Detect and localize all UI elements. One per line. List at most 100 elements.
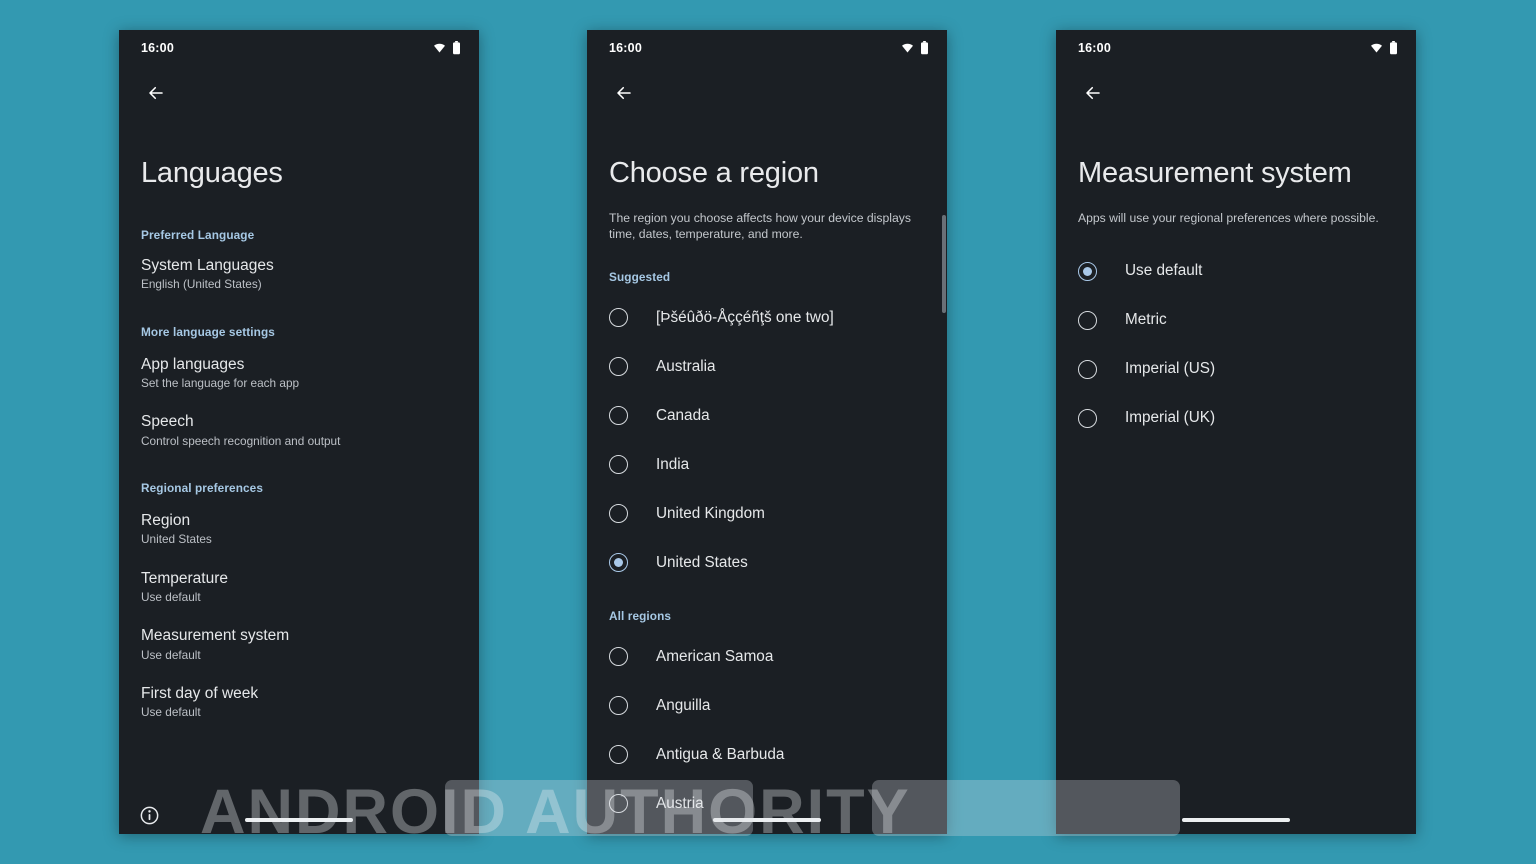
home-indicator[interactable] — [713, 818, 821, 822]
battery-icon — [921, 41, 928, 55]
scrollbar-thumb[interactable] — [942, 215, 946, 313]
back-arrow-icon — [617, 86, 631, 100]
section-header-more-language-settings: More language settings — [141, 324, 275, 339]
radio-button[interactable] — [609, 455, 628, 475]
status-bar-clock: 16:00 — [609, 41, 642, 55]
status-bar: 16:00 — [1056, 30, 1416, 66]
pref-subtitle: English (United States) — [141, 277, 262, 292]
pref-subtitle: Use default — [141, 705, 201, 720]
radio-button[interactable] — [609, 745, 628, 765]
measurement-option-label: Imperial (US) — [1125, 360, 1216, 378]
bottom-bar — [1056, 792, 1416, 834]
region-option-row[interactable]: Anguilla — [587, 681, 947, 730]
region-option-row[interactable]: Canada — [587, 391, 947, 440]
region-option-label: India — [656, 455, 690, 473]
section-header-suggested: Suggested — [609, 270, 671, 285]
status-bar-clock: 16:00 — [1078, 41, 1111, 55]
measurement-option-row[interactable]: Imperial (UK) — [1056, 394, 1416, 443]
battery-icon — [1390, 41, 1397, 55]
region-option-row[interactable]: United Kingdom — [587, 489, 947, 538]
measurement-option-label: Use default — [1125, 262, 1203, 280]
section-header-all-regions: All regions — [609, 609, 672, 624]
status-bar-icons — [1369, 41, 1398, 55]
region-option-row[interactable]: American Samoa — [587, 632, 947, 681]
region-option-row[interactable]: Antigua & Barbuda — [587, 730, 947, 779]
radio-button-selected[interactable] — [1078, 261, 1097, 281]
region-option-label: Canada — [656, 406, 710, 424]
info-button[interactable] — [139, 805, 161, 827]
region-option-row-selected[interactable]: United States — [587, 538, 947, 587]
radio-button[interactable] — [1078, 359, 1097, 379]
region-option-row[interactable]: Australia — [587, 342, 947, 391]
back-arrow-icon — [149, 86, 163, 100]
bottom-bar — [119, 792, 479, 834]
pref-subtitle: Set the language for each app — [141, 375, 300, 390]
radio-button[interactable] — [609, 357, 628, 377]
pref-row-app-languages[interactable]: App languages Set the language for each … — [119, 355, 479, 392]
radio-button-selected[interactable] — [609, 553, 628, 573]
radio-button[interactable] — [609, 647, 628, 667]
navigation-row — [587, 66, 947, 120]
radio-button[interactable] — [609, 308, 628, 328]
bottom-bar — [587, 792, 947, 834]
pref-title: First day of week — [141, 685, 259, 703]
region-option-label: United Kingdom — [656, 504, 765, 522]
region-option-label: American Samoa — [656, 647, 774, 665]
measurement-option-label: Metric — [1125, 311, 1167, 329]
pref-title: System Languages — [141, 256, 274, 274]
status-bar: 16:00 — [119, 30, 479, 66]
wifi-icon — [902, 43, 913, 53]
pref-row-temperature[interactable]: Temperature Use default — [119, 569, 479, 606]
back-button[interactable] — [141, 78, 171, 108]
measurement-option-label: Imperial (UK) — [1125, 409, 1216, 427]
measurement-option-row[interactable]: Imperial (US) — [1056, 345, 1416, 394]
pref-row-measurement-system[interactable]: Measurement system Use default — [119, 626, 479, 663]
home-indicator[interactable] — [245, 818, 353, 822]
region-option-row[interactable]: India — [587, 440, 947, 489]
pref-title: App languages — [141, 355, 245, 373]
pref-row-region[interactable]: Region United States — [119, 511, 479, 548]
phone-screen-choose-a-region: 16:00 Choose a region The region you cho… — [587, 30, 947, 834]
pref-subtitle: United States — [141, 532, 212, 547]
region-option-label: Australia — [656, 357, 716, 375]
radio-button[interactable] — [609, 696, 628, 716]
page-description: The region you choose affects how your d… — [609, 210, 911, 241]
section-header-regional-preferences: Regional preferences — [141, 481, 263, 495]
pref-title: Temperature — [141, 569, 229, 587]
region-option-label: Antigua & Barbuda — [656, 745, 785, 763]
radio-button[interactable] — [609, 504, 628, 524]
pref-row-system-languages[interactable]: System Languages English (United States) — [119, 256, 479, 293]
back-arrow-icon — [1086, 86, 1100, 100]
info-icon — [140, 806, 159, 825]
page-title: Languages — [141, 157, 283, 189]
region-option-label: Anguilla — [656, 696, 711, 714]
region-option-label: [Þšéûðö-Åççéñţš one two] — [656, 308, 834, 326]
measurement-option-row-selected[interactable]: Use default — [1056, 247, 1416, 296]
pref-row-speech[interactable]: Speech Control speech recognition and ou… — [119, 412, 479, 449]
page-title: Measurement system — [1078, 157, 1352, 189]
wifi-icon — [1371, 43, 1382, 53]
region-option-row[interactable]: [Þšéûðö-Åççéñţš one two] — [587, 293, 947, 342]
region-option-label: United States — [656, 553, 748, 571]
navigation-row — [1056, 66, 1416, 120]
pref-subtitle: Control speech recognition and output — [141, 433, 341, 448]
status-bar-clock: 16:00 — [141, 41, 174, 55]
radio-button[interactable] — [1078, 408, 1097, 428]
home-indicator[interactable] — [1182, 818, 1290, 822]
radio-button[interactable] — [609, 406, 628, 426]
pref-subtitle: Use default — [141, 590, 201, 605]
pref-row-first-day-of-week[interactable]: First day of week Use default — [119, 684, 479, 721]
back-button[interactable] — [1078, 78, 1108, 108]
wifi-icon — [434, 43, 445, 53]
back-button[interactable] — [609, 78, 639, 108]
page-description: Apps will use your regional preferences … — [1078, 210, 1379, 225]
pref-title: Region — [141, 512, 191, 529]
screenshot-stage: 16:00 Languages Preferred Language Syste… — [0, 0, 1536, 864]
pref-title: Measurement system — [141, 627, 290, 645]
pref-subtitle: Use default — [141, 647, 201, 662]
page-title: Choose a region — [609, 157, 819, 189]
measurement-option-row[interactable]: Metric — [1056, 296, 1416, 345]
battery-icon — [453, 41, 460, 55]
pref-title: Speech — [141, 413, 194, 431]
radio-button[interactable] — [1078, 310, 1097, 330]
